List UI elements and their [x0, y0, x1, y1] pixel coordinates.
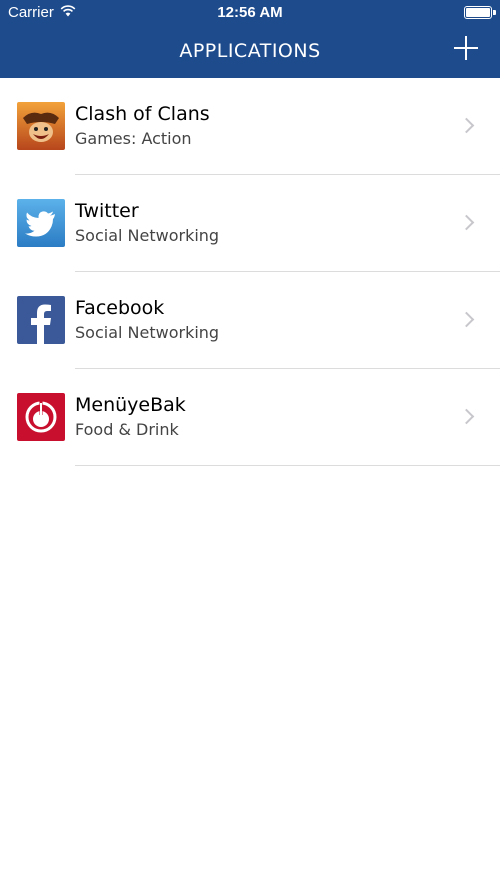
list-item-menuyebak[interactable]: MenüyeBak Food & Drink [0, 369, 500, 466]
chevron-right-icon [458, 214, 475, 231]
chevron-right-icon [458, 311, 475, 328]
battery-icon [464, 6, 496, 19]
status-time: 12:56 AM [217, 4, 283, 21]
list-item-clash-of-clans[interactable]: Clash of Clans Games: Action [0, 78, 500, 175]
page-title: APPLICATIONS [179, 40, 321, 62]
twitter-icon [17, 199, 65, 247]
app-name: Facebook [75, 297, 165, 319]
list-item-facebook[interactable]: Facebook Social Networking [0, 272, 500, 369]
chevron-right-icon [458, 408, 475, 425]
app-text: Twitter Social Networking [75, 199, 219, 248]
facebook-icon [17, 296, 65, 344]
app-text: MenüyeBak Food & Drink [75, 393, 186, 442]
app-category: Social Networking [75, 226, 220, 245]
app-name: Clash of Clans [75, 103, 210, 125]
app-category: Games: Action [75, 129, 192, 148]
app-name: Twitter [75, 200, 139, 222]
application-list: Clash of Clans Games: Action Twitter Soc… [0, 78, 500, 466]
app-category: Food & Drink [75, 420, 179, 439]
app-text: Clash of Clans Games: Action [75, 102, 210, 151]
app-text: Facebook Social Networking [75, 296, 219, 345]
navigation-bar: Carrier 12:56 AM APPLICATIONS [0, 0, 500, 78]
app-category: Social Networking [75, 323, 220, 342]
clash-of-clans-icon [17, 102, 65, 150]
menuyebak-icon [17, 393, 65, 441]
list-item-twitter[interactable]: Twitter Social Networking [0, 175, 500, 272]
chevron-right-icon [458, 117, 475, 134]
app-name: MenüyeBak [75, 394, 186, 416]
add-application-button[interactable] [454, 36, 478, 60]
status-bar: Carrier 12:56 AM [0, 0, 500, 26]
